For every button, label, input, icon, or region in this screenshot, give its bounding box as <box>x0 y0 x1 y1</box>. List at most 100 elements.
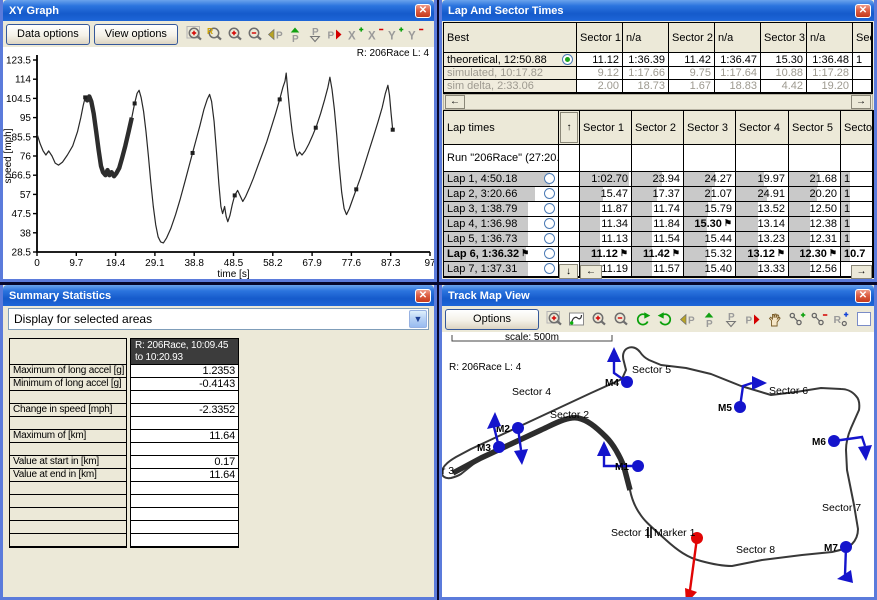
marker-up-icon[interactable]: P <box>700 311 718 328</box>
lap-radio[interactable] <box>544 233 555 244</box>
track-map-canvas: scale: 500mR: 206Race L: 4Sector 1Sector… <box>442 332 874 597</box>
lap-row[interactable]: Lap 2, 3:20.6615.4717.3721.0724.9120.201 <box>444 187 873 202</box>
lap-radio[interactable] <box>544 248 555 259</box>
zoom-out-icon[interactable] <box>612 311 630 328</box>
best-row[interactable]: simulated, 10:17.829.121:17.669.751:17.6… <box>444 67 872 80</box>
stat-value: -2.3352 <box>131 404 238 417</box>
lap-scroll-left-button[interactable]: ← <box>580 265 602 279</box>
lap-row[interactable]: Lap 6, 1:36.32⚑11.12⚑11.42⚑15.3213.12⚑12… <box>444 247 873 262</box>
close-icon[interactable]: ✕ <box>415 4 431 18</box>
rotate-ccw-icon[interactable] <box>656 311 674 328</box>
svg-text:67.9: 67.9 <box>302 258 322 269</box>
add-x-axis-icon[interactable]: X <box>346 26 364 43</box>
best-cell: 2.00 <box>577 80 623 93</box>
sector-time-cell: 1 <box>841 217 873 232</box>
svg-text:Y: Y <box>408 30 416 42</box>
close-icon[interactable]: ✕ <box>855 289 871 303</box>
zoom-in-icon[interactable] <box>226 26 244 43</box>
stat-value <box>131 534 238 547</box>
show-track-icon[interactable] <box>568 311 586 328</box>
xy-graph-titlebar[interactable]: XY Graph ✕ <box>3 0 434 21</box>
svg-text:66.5: 66.5 <box>12 171 32 182</box>
lap-label: Lap 4, 1:36.98 <box>444 217 559 232</box>
lap-radio[interactable] <box>544 218 555 229</box>
lap-scroll-right-button[interactable]: → <box>851 265 872 279</box>
lap-times-titlebar[interactable]: Lap And Sector Times ✕ <box>442 0 874 21</box>
track-map-window: Track Map View ✕ Options PPPPR scale: 50… <box>439 285 877 600</box>
lap-sector-times-window: Lap And Sector Times ✕ BestSector 1n/aSe… <box>439 0 877 282</box>
zoom-area-icon[interactable] <box>546 311 564 328</box>
color-swatch[interactable] <box>857 312 871 326</box>
best-cell: 18.83 <box>715 80 761 93</box>
svg-text:R: R <box>834 314 842 326</box>
lap-row[interactable]: Lap 5, 1:36.7311.1311.5415.4413.2312.311 <box>444 232 873 247</box>
best-row[interactable]: theoretical, 12:50.8811.121:36.3911.421:… <box>444 53 872 67</box>
options-button[interactable]: Options <box>445 309 539 330</box>
lap-arrow-col <box>559 247 580 262</box>
lap-radio[interactable] <box>544 203 555 214</box>
close-icon[interactable]: ✕ <box>855 4 871 18</box>
scroll-up-button[interactable]: ↑ <box>560 112 578 143</box>
marker-up-icon[interactable]: P <box>286 26 304 43</box>
svg-text:29.1: 29.1 <box>145 258 165 269</box>
view-options-button[interactable]: View options <box>94 24 178 45</box>
remove-x-axis-icon[interactable]: X <box>366 26 384 43</box>
prev-marker-icon[interactable]: P <box>678 311 696 328</box>
best-row[interactable]: sim delta, 2:33.062.0018.731.6718.834.42… <box>444 80 872 93</box>
scroll-down-button[interactable]: ↓ <box>559 264 578 279</box>
marker-label: M7 <box>824 543 838 554</box>
rotate-cw-icon[interactable] <box>634 311 652 328</box>
remove-node-icon[interactable] <box>810 311 828 328</box>
sector-time-cell: 12.30⚑ <box>789 247 841 262</box>
add-y-axis-icon[interactable]: Y <box>386 26 404 43</box>
sector-label: Sector 3 <box>442 465 454 477</box>
scale-label: scale: 500m <box>505 332 559 343</box>
data-options-button[interactable]: Data options <box>6 24 90 45</box>
best-table-hscrollbar[interactable]: ← → <box>443 94 873 110</box>
stat-value: 11.64 <box>131 430 238 443</box>
selected-radio[interactable] <box>562 54 573 65</box>
summary-titlebar[interactable]: Summary Statistics ✕ <box>3 285 434 306</box>
marker-label: M3 <box>477 443 491 454</box>
track-map-titlebar[interactable]: Track Map View ✕ <box>442 285 874 306</box>
next-marker-icon[interactable]: P <box>744 311 762 328</box>
zoom-in-icon[interactable] <box>590 311 608 328</box>
lap-row[interactable]: Lap 7, 1:37.3111.1911.5715.4013.3312.56 <box>444 262 873 277</box>
display-mode-dropdown[interactable]: Display for selected areas ▼ <box>8 308 429 330</box>
best-cell: 1:17.28 <box>807 67 853 80</box>
stat-value: -0.4143 <box>131 378 238 391</box>
lap-row[interactable]: Lap 3, 1:38.7911.8711.7415.7913.5212.501 <box>444 202 873 217</box>
next-marker-icon[interactable]: P <box>326 26 344 43</box>
prev-marker-icon[interactable]: P <box>266 26 284 43</box>
lap-radio[interactable] <box>544 173 555 184</box>
svg-text:38: 38 <box>20 228 32 239</box>
scroll-right-button[interactable]: → <box>851 95 871 109</box>
zoom-out-icon[interactable] <box>246 26 264 43</box>
chevron-down-icon[interactable]: ▼ <box>409 310 427 328</box>
stat-label <box>10 534 126 547</box>
marker-down-icon[interactable]: P <box>306 26 324 43</box>
best-cell: 1:17.66 <box>623 67 669 80</box>
marker-down-icon[interactable]: P <box>722 311 740 328</box>
remove-y-axis-icon[interactable]: Y <box>406 26 424 43</box>
dropdown-value: Display for selected areas <box>14 312 152 326</box>
zoom-area-icon[interactable] <box>186 26 204 43</box>
best-cell: 1.67 <box>669 80 715 93</box>
zoom-reset-icon[interactable]: R <box>206 26 224 43</box>
best-cell: 9.75 <box>669 67 715 80</box>
lap-row[interactable]: Lap 4, 1:36.9811.3411.8415.30⚑13.1412.38… <box>444 217 873 232</box>
lap-radio[interactable] <box>544 188 555 199</box>
sector-time-cell: 15.79 <box>684 202 736 217</box>
scroll-left-button[interactable]: ← <box>445 95 465 109</box>
lap-radio[interactable] <box>544 263 555 274</box>
add-node-icon[interactable] <box>788 311 806 328</box>
sector-label: Sector 1 <box>611 527 650 539</box>
close-icon[interactable]: ✕ <box>415 289 431 303</box>
lap-row[interactable]: Lap 1, 4:50.181:02.7023.9424.2719.9721.6… <box>444 172 873 187</box>
marker-label: M1 <box>615 462 629 473</box>
add-run-icon[interactable]: R <box>832 311 850 328</box>
stat-label <box>10 391 126 404</box>
window-title: Summary Statistics <box>9 290 111 302</box>
window-title: Track Map View <box>448 290 530 302</box>
pan-icon[interactable] <box>766 311 784 328</box>
